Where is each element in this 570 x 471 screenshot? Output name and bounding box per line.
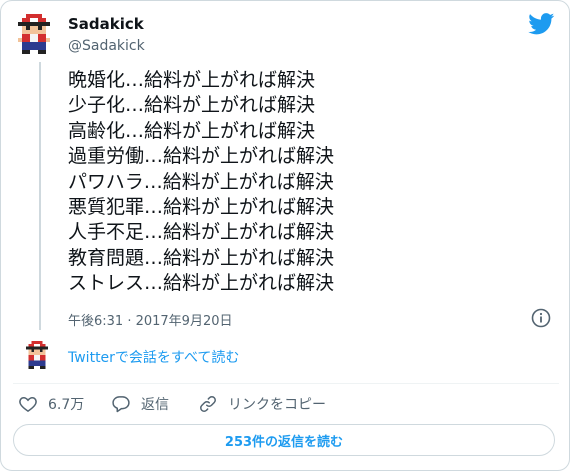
tweet-line: 悪質犯罪…給料が上がれば解決 xyxy=(68,196,335,219)
twitter-bird-icon[interactable] xyxy=(528,13,555,35)
heart-icon xyxy=(19,396,37,412)
tweet-timestamp[interactable]: 午後6:31 · 2017年9月20日 xyxy=(68,310,233,329)
tweet-line: パワハラ…給料が上がれば解決 xyxy=(68,170,334,193)
like-count: 6.7万 xyxy=(48,397,85,413)
thread-line xyxy=(39,62,41,330)
divider xyxy=(13,383,559,384)
tweet-line: 少子化…給料が上がれば解決 xyxy=(68,94,316,117)
link-icon xyxy=(200,396,216,412)
tweet-line: ストレス…給料が上がれば解決 xyxy=(68,272,335,295)
tweet-line: 人手不足…給料が上がれば解決 xyxy=(68,221,335,244)
reply-label: 返信 xyxy=(141,397,169,413)
copy-link-button[interactable]: リンクをコピー xyxy=(198,393,326,415)
reply-button[interactable]: 返信 xyxy=(111,393,169,415)
reply-bubble-icon xyxy=(112,396,130,413)
info-icon[interactable] xyxy=(531,308,551,328)
author-handle[interactable]: @Sadakick xyxy=(68,38,145,54)
tweet-line: 晩婚化…給料が上がれば解決 xyxy=(68,69,316,91)
tweet-line: 高齢化…給料が上がれば解決 xyxy=(68,119,316,142)
read-conversation-link[interactable]: Twitterで会話をすべて読む xyxy=(68,347,239,367)
avatar[interactable] xyxy=(14,14,54,54)
tweet-line: 過重労働…給料が上がれば解決 xyxy=(68,145,335,168)
tweet-embed-card: Sadakick @Sadakick 晩婚化…給料が上がれば解決 少子化…給料が上… xyxy=(0,0,570,471)
avatar-small[interactable] xyxy=(23,341,51,369)
author-name[interactable]: Sadakick xyxy=(68,15,144,33)
read-replies-button[interactable]: 253件の返信を読む xyxy=(13,424,555,456)
tweet-line: 教育問題…給料が上がれば解決 xyxy=(68,246,335,269)
copy-link-label: リンクをコピー xyxy=(228,397,326,413)
like-button[interactable]: 6.7万 xyxy=(18,393,84,415)
tweet-text: 晩婚化…給料が上がれば解決 少子化…給料が上がれば解決 高齢化…給料が上がれば解決過… xyxy=(68,68,334,297)
